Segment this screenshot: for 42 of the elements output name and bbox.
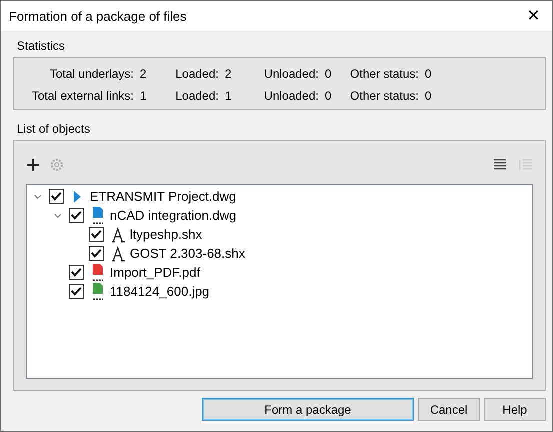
file-name[interactable]: GOST 2.303-68.shx xyxy=(130,246,246,261)
group-title: List of objects xyxy=(17,122,92,136)
window-title: Formation of a package of files xyxy=(9,8,187,24)
stat-value: 2 xyxy=(140,67,148,81)
stat-value: 0 xyxy=(425,89,433,103)
font-icon xyxy=(110,226,126,242)
stat-label: Total underlays: xyxy=(50,67,134,81)
list-view-icon[interactable] xyxy=(493,159,507,171)
stat-label: Total external links: xyxy=(32,89,134,103)
dwg-file-icon xyxy=(90,207,106,224)
stat-label: Other status: xyxy=(350,89,419,103)
stat-value: 0 xyxy=(325,67,333,81)
stat-label: Unloaded: xyxy=(264,89,319,103)
dialog-button[interactable]: Form a package xyxy=(202,398,414,421)
checkbox[interactable] xyxy=(89,246,104,261)
file-name[interactable]: Import_PDF.pdf xyxy=(110,265,200,280)
stat-value: 2 xyxy=(225,67,233,81)
add-icon[interactable] xyxy=(26,158,40,172)
stat-label: Unloaded: xyxy=(264,67,319,81)
stat-value: 1 xyxy=(225,89,233,103)
file-name[interactable]: ETRANSMIT Project.dwg xyxy=(90,189,236,204)
file-name[interactable]: 1184124_600.jpg xyxy=(110,284,210,299)
close-button[interactable]: ✕ xyxy=(527,6,540,26)
stat-label: Loaded: xyxy=(176,67,219,81)
checkbox[interactable] xyxy=(69,208,84,223)
font-icon xyxy=(110,246,126,262)
stat-label: Other status: xyxy=(350,67,419,81)
checkbox[interactable] xyxy=(89,227,104,242)
img-file-icon xyxy=(90,283,106,300)
file-name[interactable]: nCAD integration.dwg xyxy=(110,208,236,223)
pdf-file-icon xyxy=(90,264,106,281)
stat-label: Loaded: xyxy=(176,89,219,103)
group-title: Statistics xyxy=(17,39,66,53)
checkbox[interactable] xyxy=(69,284,84,299)
stat-value: 0 xyxy=(425,67,433,81)
stat-value: 0 xyxy=(325,89,333,103)
file-name[interactable]: ltypeshp.shx xyxy=(130,227,202,242)
dialog-button[interactable]: Cancel xyxy=(418,398,480,421)
checkbox[interactable] xyxy=(69,265,84,280)
dialog-button[interactable]: Help xyxy=(484,398,546,421)
stat-value: 1 xyxy=(140,89,148,103)
checkbox[interactable] xyxy=(49,189,64,204)
